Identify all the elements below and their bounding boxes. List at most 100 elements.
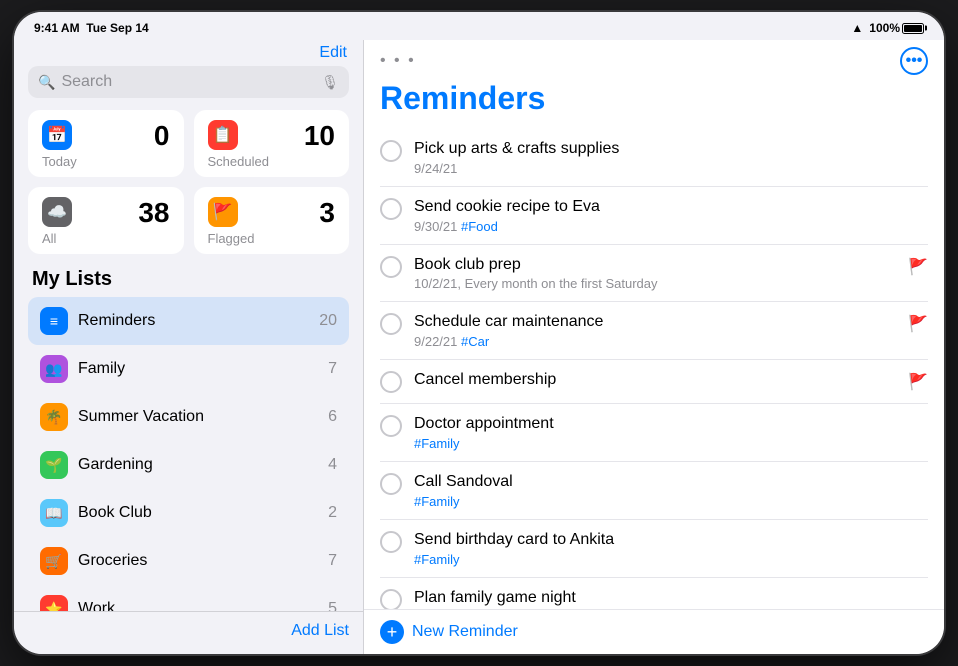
- reminder-item-6: Doctor appointment #Family: [380, 404, 928, 462]
- all-label: All: [42, 231, 170, 246]
- list-name-gardening: Gardening: [78, 456, 318, 474]
- card-today[interactable]: 📅 0 Today: [28, 110, 184, 177]
- flag-icon-4: 🚩: [908, 314, 928, 334]
- battery-fill: [904, 25, 922, 32]
- flagged-icon: 🚩: [208, 197, 238, 227]
- reminder-checkbox-9[interactable]: [380, 589, 402, 609]
- reminder-content-4: Schedule car maintenance 9/22/21 #Car: [414, 312, 896, 349]
- list-name-work: Work: [78, 600, 318, 611]
- sidebar-item-groceries[interactable]: 🛒 Groceries 7: [28, 537, 349, 585]
- reminder-title-6: Doctor appointment: [414, 414, 928, 435]
- list-name-reminders: Reminders: [78, 312, 309, 330]
- sidebar-item-summer-vacation[interactable]: 🌴 Summer Vacation 6: [28, 393, 349, 441]
- reminder-checkbox-3[interactable]: [380, 256, 402, 278]
- list-icon-reminders: ≡: [40, 307, 68, 335]
- list-name-family: Family: [78, 360, 318, 378]
- reminder-subtitle-1: 9/24/21: [414, 161, 928, 176]
- sidebar: Edit 🔍 Search 🎙 📅 0 Today: [14, 40, 364, 654]
- detail-title: Reminders: [364, 76, 944, 129]
- flag-icon-3: 🚩: [908, 257, 928, 277]
- reminder-title-9: Plan family game night: [414, 588, 928, 609]
- scheduled-count: 10: [304, 120, 335, 152]
- list-count-book-club: 2: [328, 504, 337, 522]
- reminder-title-7: Call Sandoval: [414, 472, 928, 493]
- reminder-item-3: Book club prep 10/2/21, Every month on t…: [380, 245, 928, 303]
- reminder-item-8: Send birthday card to Ankita #Family: [380, 520, 928, 578]
- card-scheduled[interactable]: 📋 10 Scheduled: [194, 110, 350, 177]
- reminder-content-6: Doctor appointment #Family: [414, 414, 928, 451]
- add-list-button[interactable]: Add List: [291, 622, 349, 640]
- sidebar-item-reminders[interactable]: ≡ Reminders 20: [28, 297, 349, 345]
- reminder-content-5: Cancel membership: [414, 370, 896, 391]
- list-icon-family: 👥: [40, 355, 68, 383]
- reminders-list: Pick up arts & crafts supplies 9/24/21 S…: [364, 129, 944, 609]
- all-count: 38: [138, 197, 169, 229]
- sidebar-top-bar: Edit: [14, 40, 363, 66]
- list-count-work: 5: [328, 600, 337, 611]
- search-container: 🔍 Search 🎙: [14, 66, 363, 110]
- reminder-checkbox-6[interactable]: [380, 415, 402, 437]
- today-label: Today: [42, 154, 170, 169]
- reminder-subtitle-4: 9/22/21 #Car: [414, 334, 896, 349]
- mic-icon[interactable]: 🎙: [321, 74, 339, 91]
- new-reminder-button[interactable]: +: [380, 620, 404, 644]
- status-right: ▲ 100%: [851, 21, 924, 35]
- reminder-checkbox-1[interactable]: [380, 140, 402, 162]
- sidebar-item-family[interactable]: 👥 Family 7: [28, 345, 349, 393]
- reminder-checkbox-5[interactable]: [380, 371, 402, 393]
- battery-percent: 100%: [869, 21, 900, 35]
- sidebar-item-book-club[interactable]: 📖 Book Club 2: [28, 489, 349, 537]
- flagged-count: 3: [319, 197, 335, 229]
- reminder-checkbox-2[interactable]: [380, 198, 402, 220]
- battery-icon: [902, 23, 924, 34]
- more-button[interactable]: •••: [900, 47, 928, 75]
- reminder-checkbox-8[interactable]: [380, 531, 402, 553]
- scheduled-label: Scheduled: [208, 154, 336, 169]
- reminder-item-9: Plan family game night #Family: [380, 578, 928, 609]
- detail-panel: • • • ••• Reminders Pick up arts & craft…: [364, 40, 944, 654]
- card-all[interactable]: ☁️ 38 All: [28, 187, 184, 254]
- reminder-checkbox-7[interactable]: [380, 473, 402, 495]
- scheduled-icon: 📋: [208, 120, 238, 150]
- new-reminder-bar: + New Reminder: [364, 609, 944, 654]
- search-input-label: Search: [61, 73, 315, 91]
- reminder-item-7: Call Sandoval #Family: [380, 462, 928, 520]
- reminder-title-8: Send birthday card to Ankita: [414, 530, 928, 551]
- reminder-item-1: Pick up arts & crafts supplies 9/24/21: [380, 129, 928, 187]
- list-icon-summer-vacation: 🌴: [40, 403, 68, 431]
- flag-icon-5: 🚩: [908, 372, 928, 392]
- status-bar: 9:41 AM Tue Sep 14 ▲ 100%: [14, 12, 944, 40]
- list-icon-book-club: 📖: [40, 499, 68, 527]
- list-icon-gardening: 🌱: [40, 451, 68, 479]
- ipad-frame: 9:41 AM Tue Sep 14 ▲ 100% Edit 🔍: [14, 12, 944, 654]
- reminder-item-4: Schedule car maintenance 9/22/21 #Car 🚩: [380, 302, 928, 360]
- status-time: 9:41 AM Tue Sep 14: [34, 21, 149, 35]
- main-content: Edit 🔍 Search 🎙 📅 0 Today: [14, 40, 944, 654]
- list-name-book-club: Book Club: [78, 504, 318, 522]
- reminder-content-8: Send birthday card to Ankita #Family: [414, 530, 928, 567]
- reminder-title-4: Schedule car maintenance: [414, 312, 896, 333]
- lists-container: ≡ Reminders 20 👥 Family 7 🌴 Summer Vacat…: [28, 297, 349, 611]
- reminder-checkbox-4[interactable]: [380, 313, 402, 335]
- my-lists-title: My Lists: [28, 268, 349, 291]
- all-icon: ☁️: [42, 197, 72, 227]
- flagged-label: Flagged: [208, 231, 336, 246]
- sidebar-item-gardening[interactable]: 🌱 Gardening 4: [28, 441, 349, 489]
- reminder-title-1: Pick up arts & crafts supplies: [414, 139, 928, 160]
- reminder-item-5: Cancel membership 🚩: [380, 360, 928, 404]
- edit-button[interactable]: Edit: [319, 44, 347, 62]
- list-icon-work: ⭐: [40, 595, 68, 611]
- card-flagged[interactable]: 🚩 3 Flagged: [194, 187, 350, 254]
- sidebar-item-work[interactable]: ⭐ Work 5: [28, 585, 349, 611]
- reminder-item-2: Send cookie recipe to Eva 9/30/21 #Food: [380, 187, 928, 245]
- reminder-content-3: Book club prep 10/2/21, Every month on t…: [414, 255, 896, 292]
- reminder-title-2: Send cookie recipe to Eva: [414, 197, 928, 218]
- reminder-subtitle-2: 9/30/21 #Food: [414, 219, 928, 234]
- new-reminder-label[interactable]: New Reminder: [412, 623, 518, 641]
- summary-cards: 📅 0 Today 📋 10 Scheduled ☁️ 38: [14, 110, 363, 268]
- reminder-content-7: Call Sandoval #Family: [414, 472, 928, 509]
- list-count-family: 7: [328, 360, 337, 378]
- list-count-gardening: 4: [328, 456, 337, 474]
- search-bar[interactable]: 🔍 Search 🎙: [28, 66, 349, 98]
- wifi-icon: ▲: [851, 21, 863, 35]
